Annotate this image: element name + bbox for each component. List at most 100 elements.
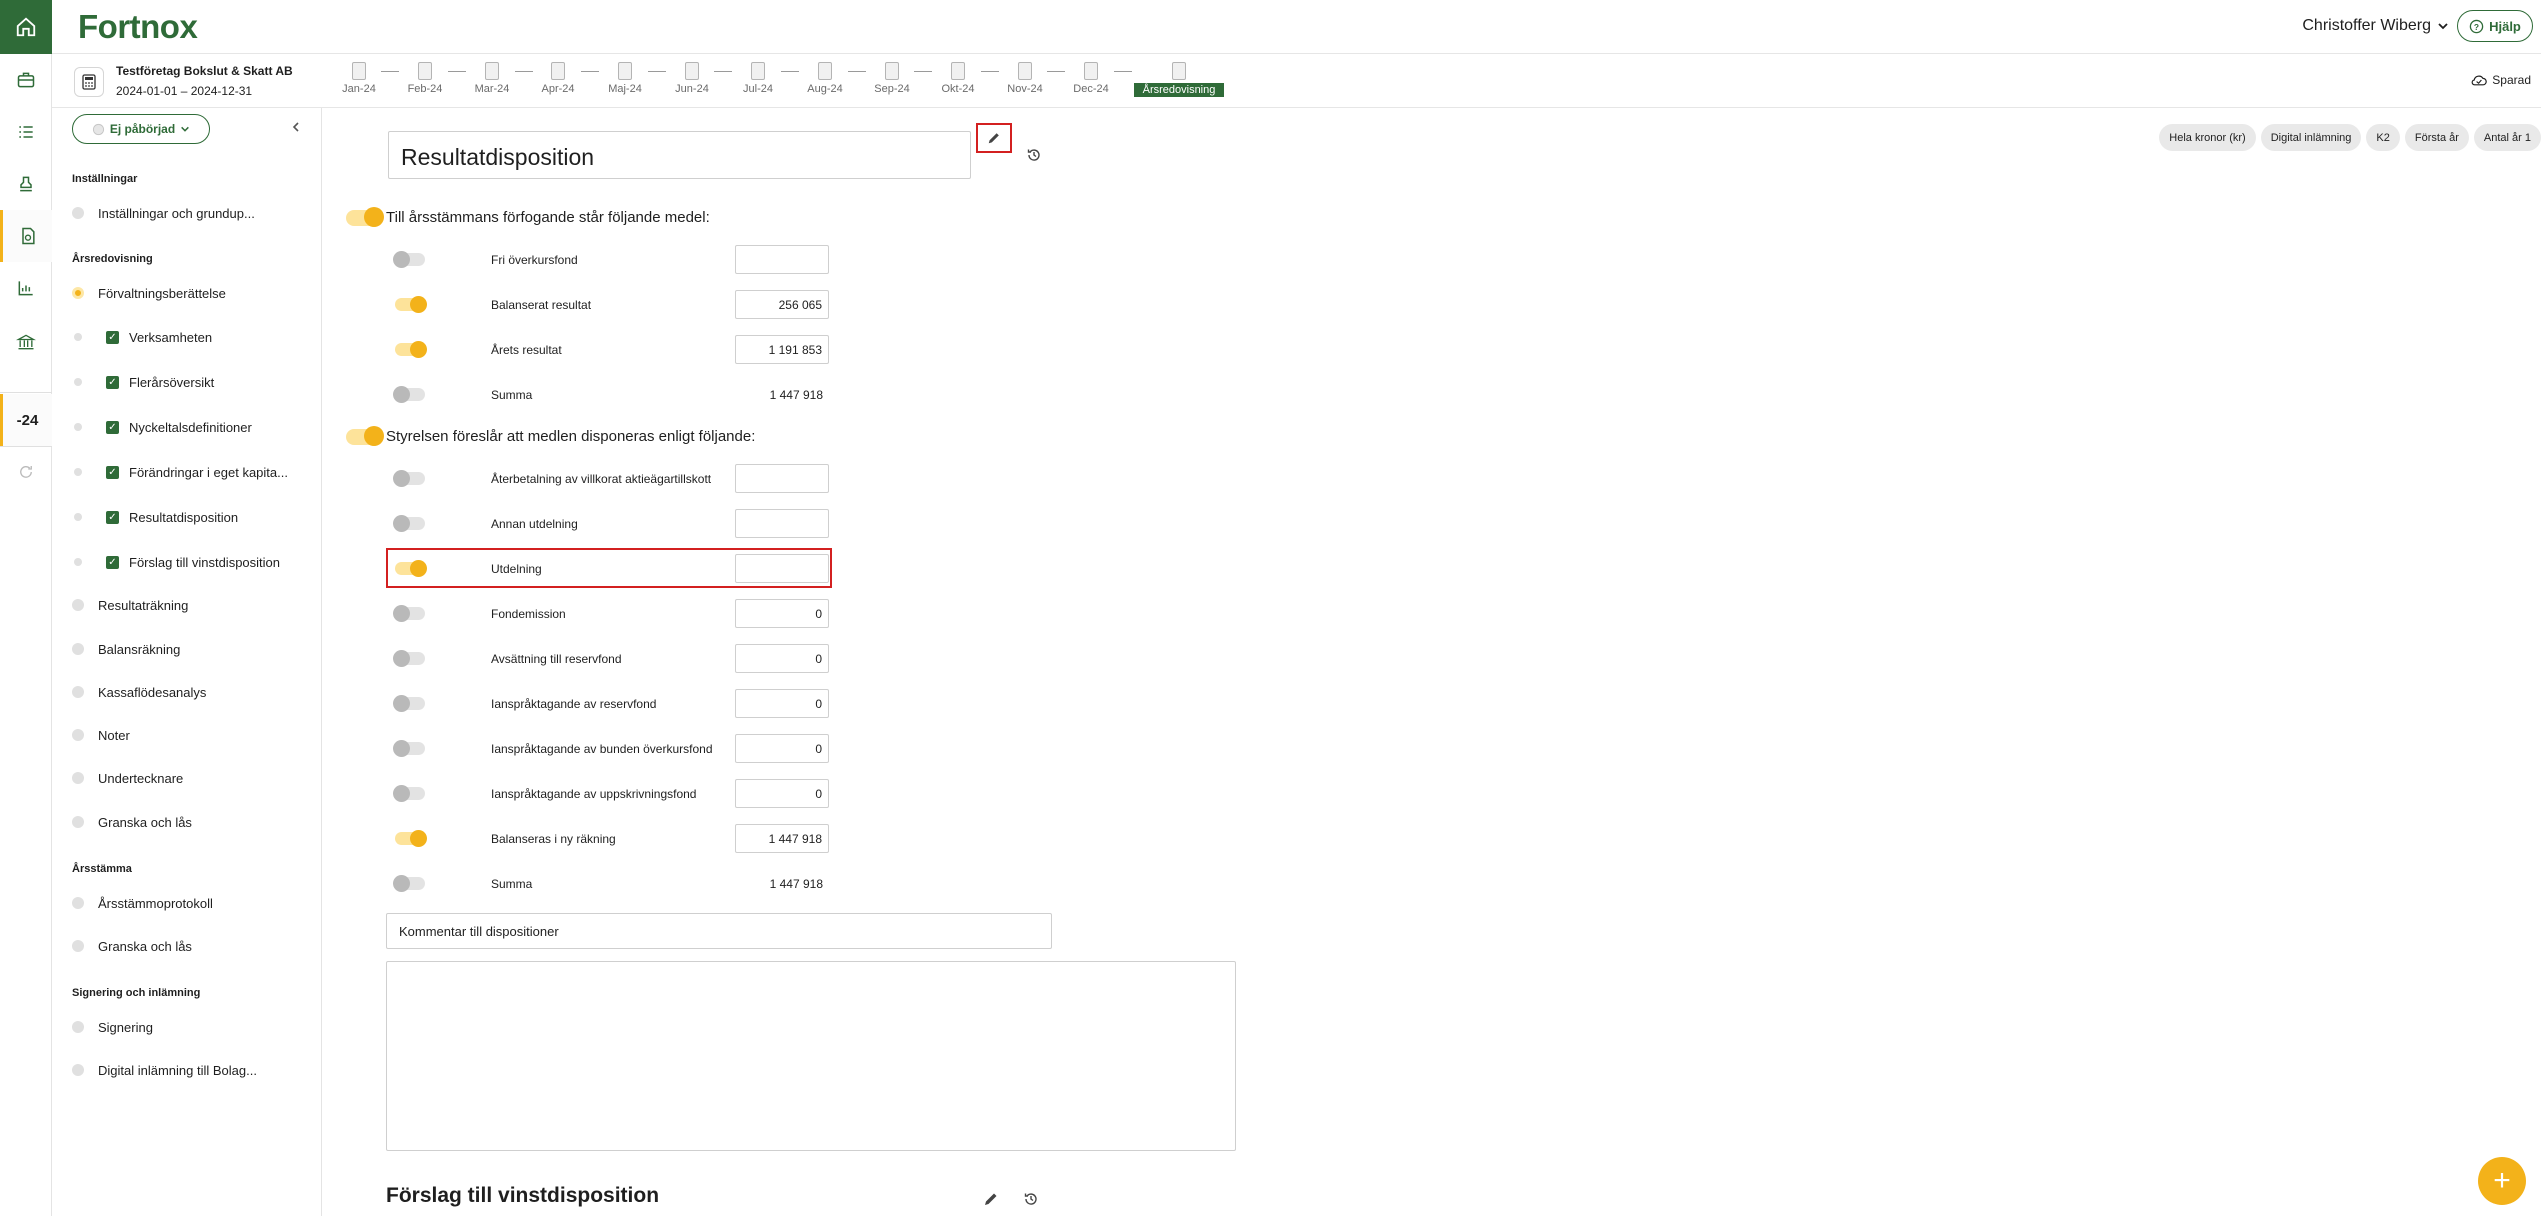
nav-forvaltningsberattelse[interactable]: Förvaltningsberättelse	[72, 281, 226, 305]
report-document-icon[interactable]	[0, 210, 52, 262]
comment-textarea[interactable]	[386, 961, 1236, 1151]
nav-resultatdisposition[interactable]: ✓ Resultatdisposition	[72, 505, 238, 529]
month-dec[interactable]: Dec-24	[1068, 62, 1114, 95]
chip-hela-kronor[interactable]: Hela kronor (kr)	[2159, 124, 2256, 151]
briefcase-icon[interactable]	[0, 54, 52, 106]
bank-icon[interactable]	[0, 316, 52, 368]
row-amount-input[interactable]: 256 065	[735, 290, 829, 319]
row-toggle[interactable]	[393, 605, 425, 622]
stamp-icon[interactable]	[0, 158, 52, 210]
year-label: -24	[16, 411, 39, 429]
nav-forandringar-eget-kapital[interactable]: ✓ Förändringar i eget kapita...	[72, 460, 288, 484]
nav-flerarsoversikt[interactable]: ✓ Flerårsöversikt	[72, 370, 214, 394]
row-amount-input[interactable]: 0	[735, 779, 829, 808]
month-maj[interactable]: Maj-24	[602, 62, 648, 95]
row-annan-utdelning: Annan utdelning	[393, 509, 845, 539]
row-balanseras-ny-rakning: Balanseras i ny räkning 1 447 918	[395, 824, 845, 854]
nav-arsstamma-granska-och-las[interactable]: Granska och lås	[72, 934, 192, 958]
chip-antal-ar[interactable]: Antal år 1	[2473, 124, 2541, 151]
month-label: Jun-24	[675, 83, 709, 95]
nav-kassaflodesanalys[interactable]: Kassaflödesanalys	[72, 680, 206, 704]
row-toggle[interactable]	[393, 386, 425, 403]
row-toggle[interactable]	[395, 296, 427, 313]
month-label: Okt-24	[941, 83, 975, 95]
row-amount-input[interactable]: 0	[735, 734, 829, 763]
nav-forslag-vinstdisposition[interactable]: ✓ Förslag till vinstdisposition	[72, 550, 280, 574]
edit-next-section-button[interactable]	[983, 1191, 999, 1212]
nav-arsstammoprotokoll[interactable]: Årsstämmoprotokoll	[72, 891, 213, 915]
next-section-history-button[interactable]	[1023, 1191, 1039, 1212]
chip-k2[interactable]: K2	[2366, 124, 2400, 151]
row-toggle[interactable]	[393, 875, 425, 892]
row-amount-input[interactable]	[735, 245, 829, 274]
row-ianspraktagande-overkursfond: Ianspråktagande av bunden överkursfond 0	[393, 734, 845, 764]
row-toggle[interactable]	[393, 470, 425, 487]
month-aug[interactable]: Aug-24	[802, 62, 848, 95]
bar-chart-icon[interactable]	[0, 262, 52, 314]
row-toggle[interactable]	[393, 695, 425, 712]
row-amount-input[interactable]: 0	[735, 599, 829, 628]
nav-signering[interactable]: Signering	[72, 1015, 153, 1039]
year-shortcut[interactable]: -24	[0, 394, 52, 446]
home-icon[interactable]	[0, 0, 52, 54]
edit-title-button[interactable]	[976, 123, 1012, 153]
nav-noter[interactable]: Noter	[72, 723, 130, 747]
row-amount-input[interactable]	[735, 464, 829, 493]
month-jan[interactable]: Jan-24	[336, 62, 382, 95]
row-toggle[interactable]	[393, 740, 425, 757]
month-mar[interactable]: Mar-24	[469, 62, 515, 95]
nav-installningar[interactable]: Inställningar och grundup...	[72, 201, 255, 225]
group2-toggle[interactable]	[346, 426, 384, 446]
row-amount-input[interactable]: 1 447 918	[735, 824, 829, 853]
status-dropdown[interactable]: Ej påbörjad	[72, 114, 210, 144]
row-amount-input[interactable]: 1 191 853	[735, 335, 829, 364]
month-feb[interactable]: Feb-24	[402, 62, 448, 95]
month-okt[interactable]: Okt-24	[935, 62, 981, 95]
group2-heading: Styrelsen föreslår att medlen disponeras…	[386, 428, 756, 445]
month-nov[interactable]: Nov-24	[1002, 62, 1048, 95]
cloud-icon	[2471, 75, 2488, 86]
month-apr[interactable]: Apr-24	[535, 62, 581, 95]
add-button[interactable]: +	[2478, 1157, 2526, 1205]
row-toggle[interactable]	[395, 560, 427, 577]
row-toggle[interactable]	[393, 650, 425, 667]
row-label: Ianspråktagande av uppskrivningsfond	[491, 787, 697, 801]
nav-balansrakning[interactable]: Balansräkning	[72, 637, 180, 661]
group1-toggle[interactable]	[346, 207, 384, 227]
history-button[interactable]	[1023, 144, 1045, 166]
check-icon: ✓	[106, 510, 119, 524]
row-toggle[interactable]	[393, 515, 425, 532]
row-amount-input[interactable]	[735, 509, 829, 538]
document-icon	[885, 62, 899, 80]
row-toggle[interactable]	[393, 251, 425, 268]
nav-resultatrakning[interactable]: Resultaträkning	[72, 593, 188, 617]
status-dot	[72, 940, 84, 952]
help-button[interactable]: ? Hjälp	[2457, 10, 2533, 42]
nav-verksamheten[interactable]: ✓ Verksamheten	[72, 325, 212, 349]
chip-digital-inlamning[interactable]: Digital inlämning	[2260, 124, 2362, 151]
company-calculator-icon[interactable]	[74, 67, 104, 97]
month-arsredovisning[interactable]: Årsredovisning	[1134, 62, 1224, 97]
row-toggle[interactable]	[393, 785, 425, 802]
nav-granska-och-las[interactable]: Granska och lås	[72, 810, 192, 834]
user-menu[interactable]: Christoffer Wiberg	[2302, 17, 2449, 35]
month-sep[interactable]: Sep-24	[869, 62, 915, 95]
row-toggle[interactable]	[395, 830, 427, 847]
row-amount-input[interactable]: 0	[735, 689, 829, 718]
nav-undertecknare[interactable]: Undertecknare	[72, 766, 183, 790]
section-title-field[interactable]: Resultatdisposition	[388, 131, 971, 179]
checklist-icon[interactable]	[0, 106, 52, 158]
row-amount-input[interactable]: 0	[735, 644, 829, 673]
month-jul[interactable]: Jul-24	[735, 62, 781, 95]
nav-nyckeltalsdefinitioner[interactable]: ✓ Nyckeltalsdefinitioner	[72, 415, 252, 439]
row-toggle[interactable]	[395, 341, 427, 358]
chip-forsta-ar[interactable]: Första år	[2404, 124, 2469, 151]
refresh-icon[interactable]	[0, 446, 52, 498]
nav-digital-inlamning[interactable]: Digital inlämning till Bolag...	[72, 1058, 257, 1082]
collapse-sidebar-button[interactable]	[290, 120, 302, 138]
row-amount-input[interactable]	[735, 554, 829, 583]
comment-title-field[interactable]: Kommentar till dispositioner	[386, 913, 1052, 949]
fortnox-logo[interactable]: Fortnox	[78, 8, 198, 46]
status-dot	[72, 897, 84, 909]
month-jun[interactable]: Jun-24	[669, 62, 715, 95]
